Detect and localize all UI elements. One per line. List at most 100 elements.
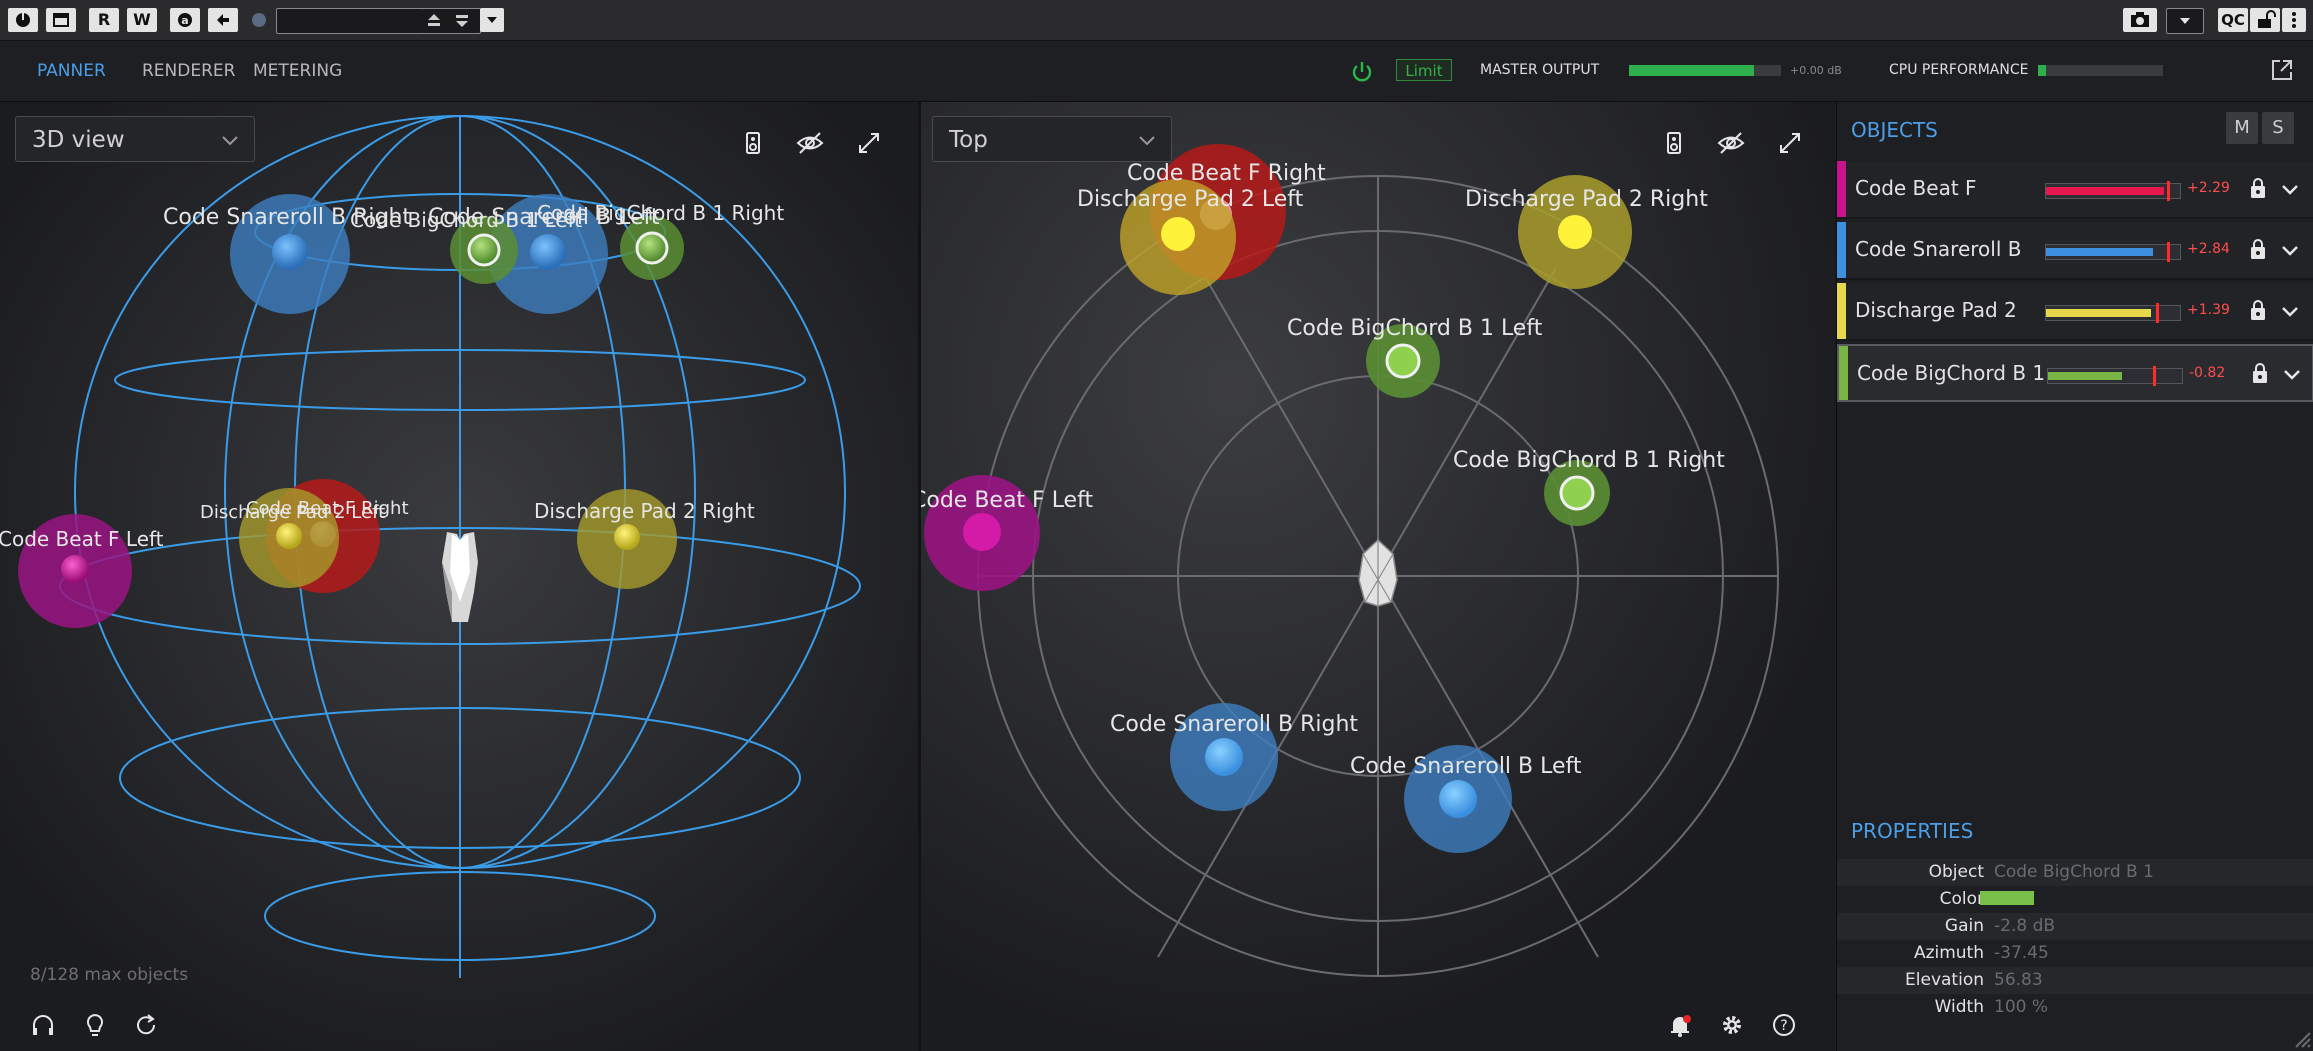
chevron-down-icon[interactable] — [2281, 240, 2299, 260]
arrow-left-icon[interactable] — [208, 8, 238, 32]
view-mode-dropdown-3d[interactable]: 3D view — [15, 116, 255, 162]
3d-view-canvas[interactable]: Code Snareroll B Right Code Snareroll B … — [0, 102, 918, 1051]
bigchord-right-ball[interactable] — [635, 231, 669, 265]
top-toolbar: R W a QC — [0, 0, 2313, 41]
object-gain-meter[interactable] — [2045, 242, 2181, 262]
chevron-down-icon[interactable] — [2283, 364, 2301, 384]
top-pad-right-ball[interactable] — [1558, 215, 1592, 249]
reset-rotate-icon[interactable] — [131, 1010, 161, 1040]
object-name: Code BigChord B 1 — [1857, 361, 2046, 385]
top-snare-right-ball[interactable] — [1205, 738, 1243, 776]
hide-labels-eye-icon[interactable] — [1716, 128, 1746, 158]
property-label: Width — [1934, 997, 1984, 1017]
object-gain-meter[interactable] — [2045, 181, 2181, 201]
power-status-icon[interactable] — [1349, 59, 1375, 85]
property-label: Color — [1939, 889, 1984, 909]
snare-right-ball[interactable] — [272, 234, 308, 270]
unlock-icon[interactable] — [2250, 8, 2280, 32]
chevron-down-icon — [222, 136, 238, 146]
lightbulb-icon[interactable] — [80, 1010, 110, 1040]
lock-icon[interactable] — [2251, 362, 2269, 384]
snapshot-camera-icon[interactable] — [2123, 8, 2157, 32]
tab-panner[interactable]: PANNER — [37, 61, 106, 81]
power-icon[interactable] — [8, 8, 38, 32]
settings-gear-icon[interactable] — [1717, 1010, 1747, 1040]
view-mode-dropdown-top[interactable]: Top — [932, 116, 1172, 162]
compare-icon[interactable]: a — [170, 8, 200, 32]
property-value: Code BigChord B 1 — [1994, 862, 2154, 882]
label-top-bigchord-right: Code BigChord B 1 Right — [1453, 448, 1725, 473]
label-top-beat-right: Code Beat F Right — [1127, 161, 1326, 186]
preset-status-icon — [252, 13, 266, 27]
property-value[interactable]: -2.8 dB — [1994, 916, 2055, 936]
top-pad-left-ball[interactable] — [1161, 217, 1195, 251]
object-row-selected[interactable]: Code BigChord B 1 -0.82 — [1837, 344, 2313, 402]
preset-menu-chevron-icon[interactable] — [480, 8, 504, 32]
bypass-icon[interactable] — [46, 8, 76, 32]
object-gain-value: +1.39 — [2187, 302, 2230, 318]
expand-view-icon[interactable] — [1775, 128, 1805, 158]
svg-text:?: ? — [1780, 1018, 1787, 1034]
snare-left-ball[interactable] — [530, 234, 566, 270]
top-beat-left-ball[interactable] — [963, 513, 1001, 551]
beat-left-ball[interactable] — [61, 555, 89, 583]
object-gain-meter[interactable] — [2047, 366, 2183, 386]
label-3d-beat-right: Code Beat F Right — [246, 498, 409, 519]
resize-grip-icon[interactable] — [2290, 1027, 2312, 1049]
speaker-icon[interactable] — [1659, 128, 1689, 158]
headphones-icon[interactable] — [28, 1010, 58, 1040]
lock-icon[interactable] — [2249, 238, 2267, 260]
master-output-meter — [1629, 65, 1781, 76]
popout-window-icon[interactable] — [2270, 58, 2294, 82]
tab-metering[interactable]: METERING — [253, 61, 342, 81]
solo-all-button[interactable]: S — [2262, 112, 2294, 144]
property-value[interactable]: -37.45 — [1994, 943, 2049, 963]
help-icon[interactable]: ? — [1769, 1010, 1799, 1040]
pad-left-ball[interactable] — [276, 523, 302, 549]
bigchord-left-ball[interactable] — [467, 233, 501, 267]
hide-labels-eye-icon[interactable] — [795, 128, 825, 158]
mute-all-button[interactable]: M — [2226, 112, 2258, 144]
write-automation-button[interactable]: W — [127, 8, 157, 32]
object-count-text: 8/128 max objects — [30, 965, 189, 985]
master-output-label: MASTER OUTPUT — [1480, 62, 1600, 78]
property-row-object: Object Code BigChord B 1 — [1837, 859, 2313, 886]
object-row[interactable]: Discharge Pad 2 +1.39 — [1837, 283, 2313, 341]
speaker-icon[interactable] — [738, 128, 768, 158]
label-top-snare-right: Code Snareroll B Right — [1110, 712, 1358, 737]
property-value[interactable]: 56.83 — [1994, 970, 2043, 990]
preset-nav-buttons[interactable] — [422, 8, 481, 34]
notification-bell-icon[interactable] — [1665, 1010, 1695, 1040]
label-3d-bigchord-right: Code BigChord B 1 Right — [537, 201, 784, 225]
label-top-snare-left: Code Snareroll B Left — [1350, 754, 1582, 779]
lock-icon[interactable] — [2249, 177, 2267, 199]
snapshot-menu-chevron-icon[interactable] — [2166, 8, 2204, 34]
label-3d-pad-right: Discharge Pad 2 Right — [534, 499, 755, 523]
object-color-stripe — [1839, 346, 1848, 400]
property-value[interactable]: 100 % — [1994, 997, 2048, 1017]
top-bigchord-right-ball[interactable] — [1559, 475, 1595, 511]
lock-icon[interactable] — [2249, 299, 2267, 321]
object-row[interactable]: Code Beat F +2.29 — [1837, 161, 2313, 219]
limit-toggle[interactable]: Limit — [1396, 59, 1452, 81]
color-swatch[interactable] — [1980, 891, 2034, 905]
read-automation-button[interactable]: R — [89, 8, 119, 32]
chevron-down-icon[interactable] — [2281, 179, 2299, 199]
property-row-azimuth: Azimuth -37.45 — [1837, 940, 2313, 967]
chevron-down-icon[interactable] — [2281, 301, 2299, 321]
preset-name-field[interactable] — [276, 8, 424, 34]
expand-view-icon[interactable] — [854, 128, 884, 158]
object-row[interactable]: Code Snareroll B +2.84 — [1837, 222, 2313, 280]
tab-renderer[interactable]: RENDERER — [142, 61, 235, 81]
object-gain-value: +2.84 — [2187, 241, 2230, 257]
top-snare-left-ball[interactable] — [1439, 780, 1477, 818]
top-view-canvas[interactable]: Code Beat F Right Discharge Pad 2 Left D… — [921, 102, 1834, 1051]
master-output-db: +0.00 dB — [1790, 64, 1842, 77]
navigation-bar: PANNER RENDERER METERING Limit MASTER OU… — [0, 41, 2313, 102]
pad-right-ball[interactable] — [614, 524, 640, 550]
object-gain-meter[interactable] — [2045, 303, 2181, 323]
more-options-icon[interactable] — [2282, 8, 2306, 32]
object-gain-value: +2.29 — [2187, 180, 2230, 196]
qc-button[interactable]: QC — [2218, 8, 2248, 32]
top-bigchord-left-ball[interactable] — [1385, 343, 1421, 379]
